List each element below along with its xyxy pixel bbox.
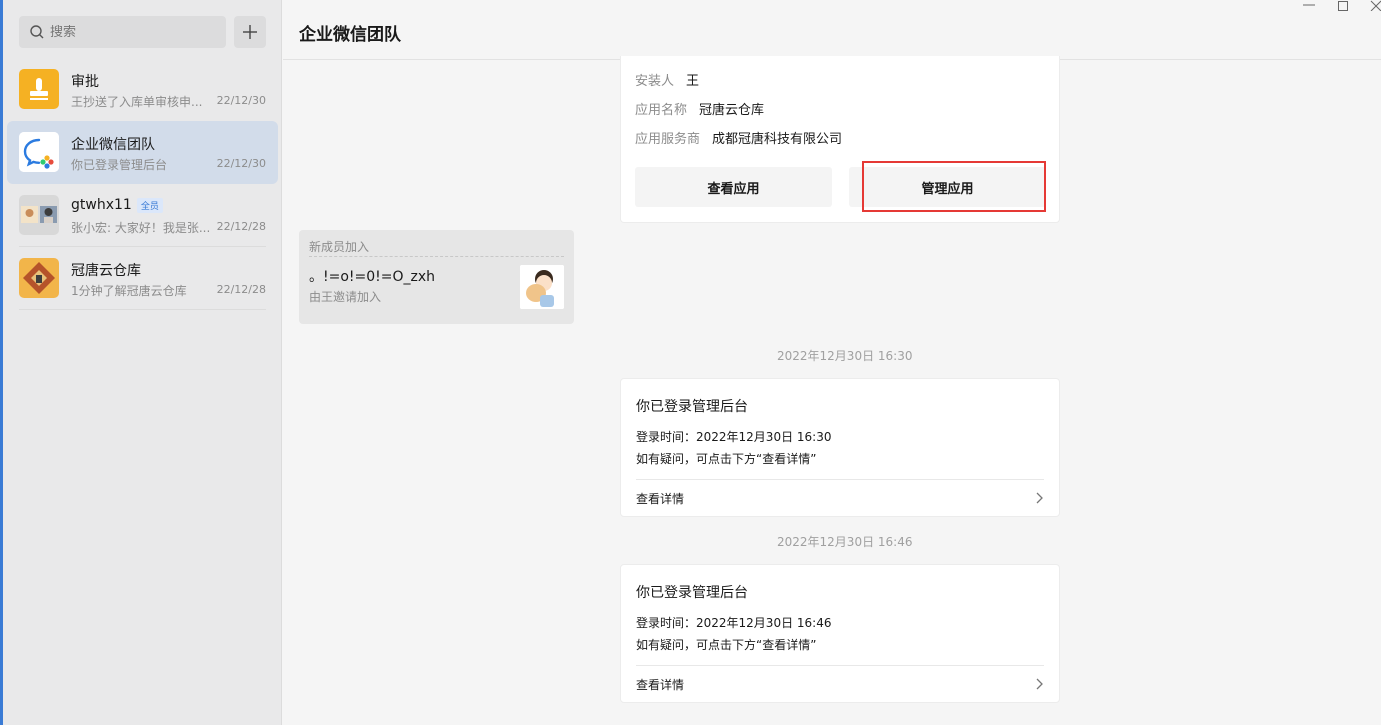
search-icon [30,25,44,39]
app-name-value: 冠唐云仓库 [699,103,765,118]
message-timestamp: 2022年12月30日 16:46 [777,535,913,549]
notice-hint: 如有疑问，可点击下方“查看详情” [636,452,817,466]
installer-value: 王 [686,74,700,89]
conversation-name: 审批 [71,74,99,90]
maximize-icon[interactable] [1337,0,1349,12]
provider-row: 应用服务商 成都冠唐科技有限公司 [635,128,842,147]
notice-hint: 如有疑问，可点击下方“查看详情” [636,638,817,652]
conversation-name: 企业微信团队 [71,137,155,153]
conversation-date: 22/12/28 [216,220,266,233]
login-notice-card: 你已登录管理后台 登录时间：2022年12月30日 16:30 如有疑问，可点击… [620,378,1060,517]
approval-icon [19,69,59,109]
page-title: 企业微信团队 [299,25,401,45]
conversation-preview: 王抄送了入库单审核申... [71,95,203,109]
conversation-name: 冠唐云仓库 [71,263,141,279]
minimize-icon[interactable] [1302,0,1316,10]
login-time: 登录时间：2022年12月30日 16:30 [636,430,832,444]
conversation-preview: 1分钟了解冠唐云仓库 [71,284,187,298]
conversation-item-approval[interactable]: 审批 王抄送了入库单审核申... 22/12/30 [7,58,278,121]
new-member-card[interactable]: 新成员加入 。!=o!=0!=O_zxh 由王邀请加入 [299,230,574,324]
chat-header: 企业微信团队 [283,0,1381,60]
provider-label: 应用服务商 [635,132,701,147]
installer-row: 安装人 王 [635,70,699,89]
conversation-name: gtwhx11 全员 [71,197,163,213]
conversation-preview: 你已登录管理后台 [71,158,168,172]
wecom-logo [19,132,59,172]
view-details-link[interactable]: 查看详情 [636,490,684,507]
app-name-row: 应用名称 冠唐云仓库 [635,99,764,118]
group-avatar [19,195,59,235]
installer-label: 安装人 [635,74,675,89]
message-timestamp: 2022年12月30日 16:30 [777,349,913,363]
view-app-button[interactable]: 查看应用 [635,167,832,207]
conversation-date: 22/12/28 [216,283,266,296]
sidebar: 审批 王抄送了入库单审核申... 22/12/30 企业微信团队 你已登录管理后… [3,0,282,725]
conversation-list: 审批 王抄送了入库单审核申... 22/12/30 企业微信团队 你已登录管理后… [7,58,278,310]
app-name-label: 应用名称 [635,103,688,118]
member-avatar [520,265,564,309]
conversation-date: 22/12/30 [216,157,266,170]
chevron-right-icon[interactable] [1033,677,1045,691]
add-button[interactable] [234,16,266,48]
view-details-link[interactable]: 查看详情 [636,676,684,693]
notice-title: 你已登录管理后台 [636,399,748,415]
conversation-preview: 张小宏: 大家好！我是张... [71,221,211,235]
chevron-right-icon[interactable] [1033,491,1045,505]
new-member-title: 新成员加入 [309,240,370,254]
provider-value: 成都冠唐科技有限公司 [712,132,843,147]
highlight-box [862,161,1046,212]
login-time: 登录时间：2022年12月30日 16:46 [636,616,832,630]
plus-icon [243,25,257,39]
conversation-item-warehouse[interactable]: 冠唐云仓库 1分钟了解冠唐云仓库 22/12/28 [7,247,278,310]
conversation-item-gtwhx11[interactable]: gtwhx11 全员 张小宏: 大家好！我是张... 22/12/28 [7,184,278,247]
member-invited-by: 由王邀请加入 [309,290,382,304]
conversation-item-wecom-team[interactable]: 企业微信团队 你已登录管理后台 22/12/30 [7,121,278,184]
member-name: 。!=o!=0!=O_zxh [309,269,436,285]
notice-title: 你已登录管理后台 [636,585,748,601]
all-members-badge: 全员 [136,197,163,213]
conversation-date: 22/12/30 [216,94,266,107]
search-input[interactable] [50,24,210,40]
login-notice-card: 你已登录管理后台 登录时间：2022年12月30日 16:46 如有疑问，可点击… [620,564,1060,703]
warehouse-logo [19,258,59,298]
search-box[interactable] [19,16,226,48]
close-icon[interactable] [1370,0,1381,11]
